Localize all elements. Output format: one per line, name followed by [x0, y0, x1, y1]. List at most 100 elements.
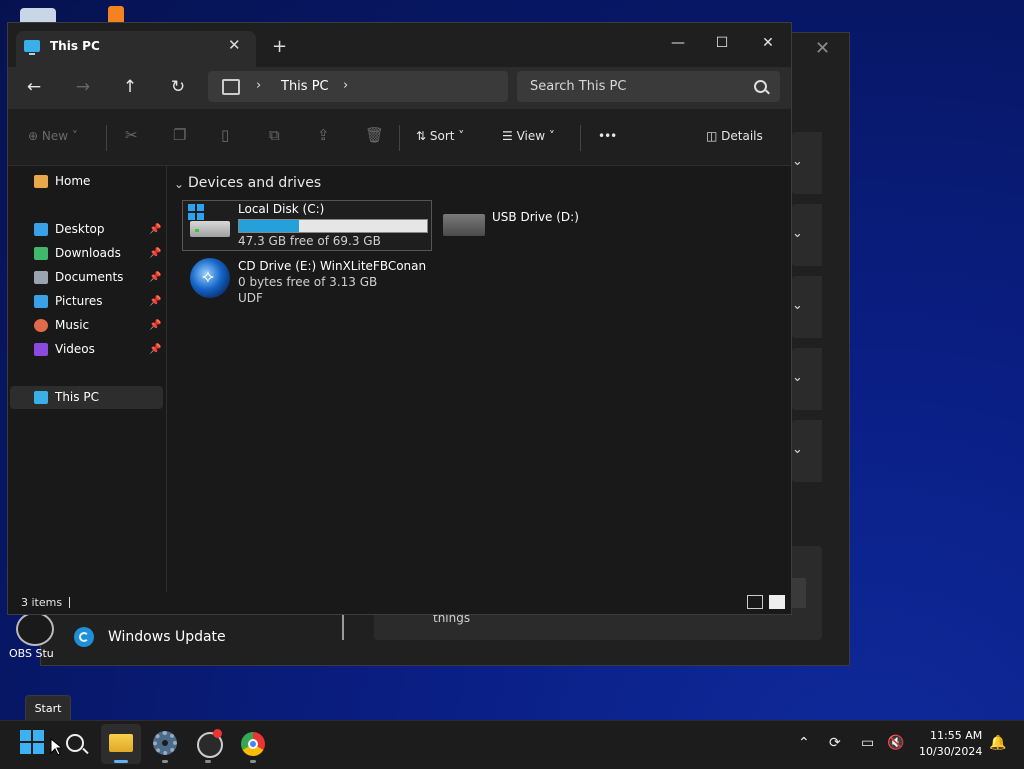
sidebar-item-music[interactable]: Music: [26, 314, 89, 336]
address-bar[interactable]: [208, 71, 508, 102]
back-button[interactable]: ←: [19, 75, 49, 99]
status-bar: [8, 592, 791, 614]
toolbar-divider: [106, 125, 107, 151]
sidebar-item-this-pc[interactable]: This PC: [26, 386, 99, 408]
paste-icon[interactable]: ▯: [221, 126, 229, 144]
forward-button[interactable]: →: [68, 75, 98, 99]
volume-muted-icon[interactable]: 🔇: [887, 735, 904, 751]
copy-icon[interactable]: ❐: [173, 126, 186, 144]
settings-card[interactable]: ⌄: [792, 204, 822, 266]
drive-usage-fill: [239, 220, 300, 232]
cd-drive-icon: [190, 258, 230, 298]
sort-button[interactable]: ⇅ Sort ˅: [416, 129, 464, 143]
close-button[interactable]: ✕: [748, 29, 788, 57]
pin-icon: 📌: [149, 248, 162, 259]
tab-close-icon[interactable]: ✕: [228, 36, 241, 54]
refresh-button[interactable]: ↻: [163, 75, 193, 99]
cursor-icon: [50, 738, 62, 756]
drive-free-space: 0 bytes free of 3.13 GB: [238, 275, 378, 289]
cut-icon[interactable]: ✂: [125, 126, 138, 144]
clock-date[interactable]: 10/30/2024: [919, 745, 982, 758]
pin-icon: 📌: [149, 296, 162, 307]
active-indicator: [114, 760, 128, 763]
tiles-view-icon[interactable]: [769, 595, 785, 609]
folder-icon: [109, 734, 133, 752]
windows-logo-icon: [20, 730, 31, 741]
view-icon: ☰: [502, 129, 517, 143]
download-icon: [34, 246, 48, 260]
search-icon: [754, 80, 767, 93]
start-button[interactable]: [20, 730, 46, 756]
settings-card-button[interactable]: [792, 578, 806, 608]
sort-label: Sort: [429, 129, 455, 143]
sidebar-item-label: This PC: [55, 390, 99, 404]
pin-icon: 📌: [149, 320, 162, 331]
drive-usage-bar: [238, 219, 428, 233]
home-icon: [34, 174, 48, 188]
sidebar-item-downloads[interactable]: Downloads: [26, 242, 121, 264]
close-icon[interactable]: ✕: [815, 38, 830, 59]
windows-update-icon: [74, 627, 94, 647]
chevron-down-icon: ⌄: [792, 154, 803, 169]
sidebar-item-label: Downloads: [55, 246, 121, 260]
desktop-icon: [34, 222, 48, 236]
more-options-button[interactable]: •••: [598, 129, 617, 143]
settings-card[interactable]: ⌄: [792, 420, 822, 482]
up-button[interactable]: ↑: [115, 75, 145, 99]
chevron-down-icon: ⌄: [792, 298, 803, 313]
details-button[interactable]: ◫ Details: [706, 129, 763, 143]
chevron-up-icon[interactable]: ⌃: [798, 735, 810, 751]
view-button[interactable]: ☰ View ˅: [502, 129, 555, 143]
maximize-button[interactable]: ☐: [702, 29, 742, 57]
new-tab-button[interactable]: +: [272, 36, 287, 57]
file-explorer-window: This PC ✕ + — ☐ ✕ ← → ↑ ↻ › This PC › Se…: [7, 22, 792, 615]
drive-name-cd[interactable]: CD Drive (E:) WinXLiteFBConan: [238, 259, 426, 273]
item-count: 3 items: [21, 596, 63, 609]
chevron-down-icon: ⌄: [792, 442, 803, 457]
taskbar-search-icon[interactable]: [66, 734, 84, 752]
minimize-button[interactable]: —: [658, 29, 698, 57]
chevron-right-icon[interactable]: ›: [343, 78, 348, 93]
pin-icon: 📌: [149, 272, 162, 283]
details-label: Details: [721, 129, 763, 143]
notification-bell-icon[interactable]: 🔔: [989, 735, 1006, 751]
sidebar-item-desktop[interactable]: Desktop: [26, 218, 105, 240]
sidebar-item-videos[interactable]: Videos: [26, 338, 95, 360]
sidebar-item-label: Documents: [55, 270, 124, 284]
group-header[interactable]: Devices and drives: [188, 175, 321, 191]
new-button[interactable]: ⊕ New ˅: [28, 129, 78, 143]
settings-card[interactable]: ⌄: [792, 348, 822, 410]
sidebar-item-home[interactable]: Home: [26, 170, 90, 192]
chevron-right-icon[interactable]: ›: [256, 78, 261, 93]
toolbar-divider: [399, 125, 400, 151]
start-tooltip: Start: [25, 695, 71, 723]
sidebar-item-label: Home: [55, 174, 91, 188]
details-view-icon[interactable]: [747, 595, 763, 609]
sidebar-item-documents[interactable]: Documents: [26, 266, 123, 288]
desktop-icon-label: OBS Stu: [9, 647, 54, 660]
delete-icon[interactable]: 🗑: [365, 126, 384, 144]
clock-time[interactable]: 11:55 AM: [930, 729, 982, 742]
settings-card[interactable]: ⌄: [792, 276, 822, 338]
hard-drive-icon: [190, 221, 230, 237]
settings-gear-icon[interactable]: [153, 731, 177, 755]
this-pc-icon: [34, 390, 48, 404]
share-icon[interactable]: ⇪: [317, 126, 330, 144]
running-indicator: [162, 760, 168, 763]
sidebar-item-label: Desktop: [55, 222, 105, 236]
chrome-icon[interactable]: [241, 732, 265, 756]
sidebar-item-pictures[interactable]: Pictures: [26, 290, 103, 312]
nav-divider: [342, 614, 344, 640]
drive-name-usb[interactable]: USB Drive (D:): [492, 210, 579, 224]
sync-icon[interactable]: ⟳: [829, 735, 841, 751]
search-placeholder: Search This PC: [530, 79, 627, 94]
settings-card[interactable]: ⌄: [792, 132, 822, 194]
sort-icon: ⇅: [416, 129, 430, 143]
chevron-down-icon[interactable]: ⌄: [174, 177, 184, 191]
running-indicator: [205, 760, 211, 763]
breadcrumb-this-pc[interactable]: This PC: [281, 79, 329, 94]
new-label: New: [41, 129, 69, 143]
network-icon[interactable]: ▭: [861, 735, 874, 751]
obs-desktop-icon[interactable]: [16, 612, 54, 646]
rename-icon[interactable]: ⧉: [269, 126, 280, 144]
